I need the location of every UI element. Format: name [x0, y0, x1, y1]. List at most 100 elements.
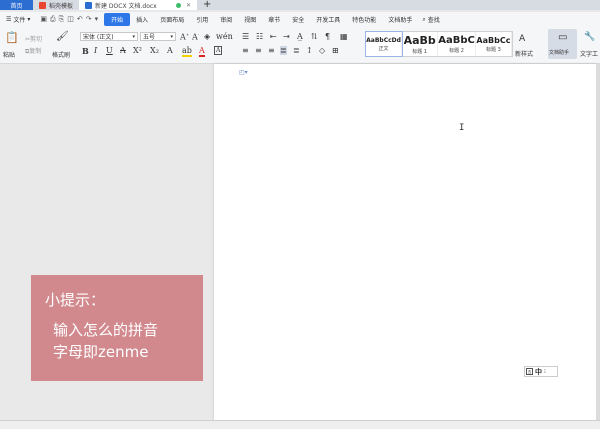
- ribbon-toolbar: 📋 粘贴 ✂剪切 ⧉复制 🖌 格式刷 宋体 (正文) ▾ 五号 ▾ A+ A- …: [0, 27, 600, 64]
- increase-indent-icon[interactable]: ⇥: [283, 32, 290, 41]
- text-effect-icon[interactable]: A: [167, 46, 173, 55]
- style-normal[interactable]: AaBbCcDd 正文: [364, 31, 404, 57]
- align-center-icon[interactable]: ≡: [255, 46, 262, 55]
- ime-chevron-icon[interactable]: ⁝: [544, 368, 546, 375]
- shrink-font-icon[interactable]: A-: [192, 32, 199, 42]
- chinese-layout-icon[interactable]: A̲: [297, 32, 303, 41]
- tip-line-1: 输入怎么的拼音: [53, 321, 159, 339]
- borders-icon[interactable]: ⊞: [332, 46, 339, 55]
- new-tab-button[interactable]: +: [197, 0, 217, 10]
- subscript-icon[interactable]: X₂: [150, 46, 159, 55]
- style-heading-2-sample: AaBbC: [438, 34, 475, 46]
- style-heading-1[interactable]: AaBb 标题 1: [402, 32, 439, 56]
- tab-document[interactable]: 新建 DOCX 文档.docx ✕: [79, 0, 198, 10]
- shading-icon[interactable]: ◇: [319, 46, 325, 55]
- sort-icon[interactable]: ⇅: [311, 32, 318, 41]
- style-heading-3[interactable]: AaBbCc 标题 3: [476, 32, 512, 56]
- style-normal-sample: AaBbCcDd: [366, 36, 401, 44]
- new-style-icon[interactable]: A: [519, 34, 525, 44]
- strikethrough-icon[interactable]: A: [120, 46, 126, 55]
- file-menu[interactable]: ☰ 文件 ▾: [0, 15, 34, 24]
- status-bar: [0, 420, 600, 429]
- doc-helper-button[interactable]: ▭ 文档助手: [548, 29, 577, 59]
- wrench-icon[interactable]: 🔧: [584, 32, 595, 42]
- menu-bar: ☰ 文件 ▾ ▣ ⎙ ⎘ ◫ ↶ ↷ ▾ 开始 插入 页面布局 引用 审阅 视图…: [0, 12, 600, 27]
- menu-item-special-features[interactable]: 特色功能: [346, 15, 382, 24]
- clear-format-icon[interactable]: ◈: [204, 32, 210, 41]
- decrease-indent-icon[interactable]: ⇤: [270, 32, 277, 41]
- highlight-icon[interactable]: ab: [182, 46, 192, 57]
- doc-helper-label: 文档助手: [549, 50, 570, 56]
- pinyin-guide-icon[interactable]: wén: [216, 32, 233, 41]
- format-painter-icon[interactable]: 🖌: [56, 31, 69, 42]
- tip-body: 输入怎么的拼音 字母即zenme: [53, 319, 158, 363]
- page-anchor-icon[interactable]: ◰▾: [239, 69, 248, 76]
- menu-item-developer[interactable]: 开发工具: [310, 15, 346, 24]
- table-tools-icon[interactable]: ▦: [340, 32, 348, 41]
- new-style-button[interactable]: 新样式: [515, 49, 533, 58]
- paste-icon[interactable]: 📋: [5, 31, 19, 44]
- print-preview-icon[interactable]: ◫: [67, 15, 74, 24]
- distribute-icon[interactable]: ≣: [293, 46, 300, 55]
- text-cursor-icon: I: [459, 123, 465, 133]
- tab-home[interactable]: 首页: [0, 0, 33, 10]
- copy-button[interactable]: ⧉复制: [25, 46, 41, 56]
- tip-overlay: 小提示： 输入怎么的拼音 字母即zenme: [31, 275, 203, 381]
- bullets-icon[interactable]: ☰: [242, 32, 249, 41]
- font-color-icon[interactable]: A: [199, 46, 205, 57]
- vertical-scrollbar[interactable]: [596, 64, 600, 420]
- doc-helper-icon: ▭: [558, 32, 568, 43]
- bold-icon[interactable]: B: [82, 46, 89, 56]
- search-icon: ⌕: [422, 15, 426, 23]
- undo-icon[interactable]: ↶: [77, 15, 83, 24]
- paste-button[interactable]: 粘贴: [3, 50, 15, 59]
- chevron-down-icon: ▾: [132, 33, 135, 40]
- tab-home-label: 首页: [10, 2, 23, 10]
- cut-label: 剪切: [30, 36, 43, 43]
- font-size-select[interactable]: 五号 ▾: [140, 32, 176, 41]
- align-right-icon[interactable]: ≡: [268, 46, 275, 55]
- tab-template-label: 稻壳模板: [49, 2, 74, 10]
- save-icon[interactable]: ▣: [40, 15, 47, 24]
- superscript-icon[interactable]: X²: [133, 46, 142, 55]
- grow-font-icon[interactable]: A+: [180, 32, 189, 42]
- search-button[interactable]: ⌕ 查找: [418, 15, 443, 25]
- styles-gallery: AaBbCcDd 正文 AaBb 标题 1 AaBbC 标题 2 AaBbCc …: [364, 31, 513, 57]
- numbering-icon[interactable]: ☷: [256, 32, 263, 41]
- show-marks-icon[interactable]: ¶: [325, 32, 330, 41]
- style-heading-2[interactable]: AaBbC 标题 2: [438, 32, 476, 56]
- chevron-down-icon: ▾: [170, 33, 173, 40]
- menu-item-chapter[interactable]: 章节: [262, 15, 286, 24]
- print-icon[interactable]: ⎘: [59, 15, 65, 24]
- redo-icon[interactable]: ↷: [86, 15, 92, 24]
- menu-item-page-layout[interactable]: 页面布局: [154, 15, 190, 24]
- char-border-icon[interactable]: A: [214, 46, 223, 55]
- menu-item-references[interactable]: 引用: [190, 15, 214, 24]
- ime-status-bar[interactable]: 五 中 ⁝: [524, 366, 558, 377]
- saved-status-icon: [175, 2, 181, 8]
- chevron-down-icon[interactable]: ▾: [95, 15, 99, 24]
- export-pdf-icon[interactable]: ⎙: [50, 15, 56, 24]
- menu-item-view[interactable]: 视图: [238, 15, 262, 24]
- menu-item-doc-helper[interactable]: 文档助手: [382, 15, 418, 24]
- justify-icon[interactable]: ≣: [280, 46, 287, 55]
- italic-icon[interactable]: I: [94, 46, 97, 55]
- writer-doc-icon: [85, 1, 93, 9]
- tab-template[interactable]: 稻壳模板: [33, 0, 79, 10]
- line-spacing-icon[interactable]: ↕: [306, 46, 313, 55]
- menu-item-insert[interactable]: 插入: [130, 15, 154, 24]
- underline-icon[interactable]: U: [106, 46, 113, 55]
- format-painter-button[interactable]: 格式刷: [52, 50, 70, 59]
- style-normal-name: 正文: [378, 45, 389, 52]
- text-tools-button[interactable]: 文字工: [580, 49, 598, 58]
- cut-button[interactable]: ✂剪切: [25, 34, 42, 43]
- tip-title: 小提示：: [45, 291, 106, 309]
- style-heading-2-name: 标题 2: [449, 47, 464, 54]
- menu-item-review[interactable]: 审阅: [214, 15, 238, 24]
- align-left-icon[interactable]: ≡: [242, 46, 249, 55]
- menu-item-security[interactable]: 安全: [286, 15, 310, 24]
- close-tab-icon[interactable]: ✕: [186, 2, 191, 9]
- tab-document-label: 新建 DOCX 文档.docx: [95, 2, 157, 10]
- font-name-select[interactable]: 宋体 (正文) ▾: [80, 32, 138, 41]
- menu-item-start[interactable]: 开始: [104, 13, 131, 26]
